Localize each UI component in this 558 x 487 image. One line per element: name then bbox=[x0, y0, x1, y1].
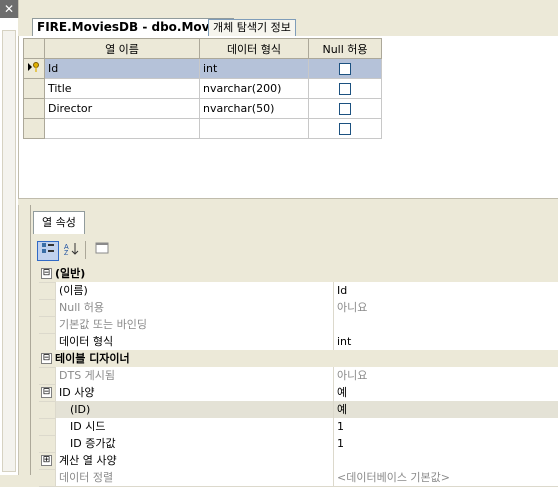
sort-az-icon[interactable]: AZ bbox=[61, 241, 83, 261]
property-row[interactable]: ID 시드 1 bbox=[39, 418, 558, 436]
property-category: ⊟ 테이블 디자이너 bbox=[39, 350, 558, 368]
property-row[interactable]: 데이터 정렬 <데이터베이스 기본값> bbox=[39, 469, 558, 487]
row-selector[interactable] bbox=[23, 78, 45, 99]
property-value[interactable]: Id bbox=[333, 282, 558, 299]
data-type-cell[interactable]: nvarchar(50) bbox=[199, 98, 309, 119]
table-designer-grid: 열 이름 데이터 형식 Null 허용 Id int Title nvarchar(2… bbox=[18, 36, 558, 198]
table-row[interactable] bbox=[23, 118, 382, 139]
property-pages-icon[interactable] bbox=[91, 241, 113, 261]
expand-icon[interactable]: ⊞ bbox=[41, 455, 52, 466]
allow-nulls-checkbox[interactable] bbox=[339, 83, 351, 95]
property-name: ID 사양 bbox=[55, 384, 333, 401]
column-name-cell[interactable] bbox=[44, 118, 200, 139]
property-value[interactable]: 예 bbox=[333, 384, 558, 401]
property-name: (이름) bbox=[55, 282, 333, 299]
row-selector[interactable] bbox=[23, 98, 45, 119]
property-value[interactable]: 아니요 bbox=[333, 299, 558, 316]
left-panel-strip: ✕ bbox=[0, 0, 19, 475]
property-name: 계산 열 사양 bbox=[55, 452, 333, 469]
columns-grid: 열 이름 데이터 형식 Null 허용 Id int Title nvarchar(2… bbox=[23, 38, 382, 139]
property-value[interactable]: int bbox=[333, 333, 558, 350]
row-selector[interactable] bbox=[23, 118, 45, 139]
property-row[interactable]: (ID) 예 bbox=[39, 401, 558, 419]
table-row[interactable]: Title nvarchar(200) bbox=[23, 78, 382, 99]
table-row[interactable]: Director nvarchar(50) bbox=[23, 98, 382, 119]
categorized-icon[interactable] bbox=[37, 241, 59, 261]
property-name: 데이터 형식 bbox=[55, 333, 333, 350]
property-row[interactable]: DTS 게시됨 아니요 bbox=[39, 367, 558, 385]
column-name-header: 열 이름 bbox=[44, 38, 200, 59]
column-name-cell[interactable]: Director bbox=[44, 98, 200, 119]
property-value[interactable]: 1 bbox=[333, 418, 558, 435]
collapse-icon[interactable]: ⊟ bbox=[41, 353, 52, 364]
property-value[interactable]: 예 bbox=[333, 401, 558, 418]
property-category: ⊟ (일반) bbox=[39, 265, 558, 283]
collapse-icon[interactable]: ⊟ bbox=[41, 387, 52, 398]
property-value[interactable]: 1 bbox=[333, 435, 558, 452]
property-name: (ID) bbox=[55, 401, 333, 418]
property-row[interactable]: 기본값 또는 바인딩 bbox=[39, 316, 558, 334]
data-type-cell[interactable] bbox=[199, 118, 309, 139]
property-value[interactable]: <데이터베이스 기본값> bbox=[333, 469, 558, 486]
panel-splitter[interactable] bbox=[18, 198, 558, 205]
data-type-cell[interactable]: nvarchar(200) bbox=[199, 78, 309, 99]
column-name-cell[interactable]: Title bbox=[44, 78, 200, 99]
property-name: ID 증가값 bbox=[55, 435, 333, 452]
allow-nulls-checkbox[interactable] bbox=[339, 103, 351, 115]
category-label: (일반) bbox=[55, 267, 86, 280]
property-value[interactable]: 아니요 bbox=[333, 367, 558, 384]
property-value[interactable] bbox=[333, 316, 558, 333]
property-name: Null 허용 bbox=[55, 299, 333, 316]
left-scrollbar[interactable] bbox=[2, 30, 16, 472]
allow-nulls-cell bbox=[308, 98, 382, 119]
data-type-cell[interactable]: int bbox=[199, 58, 309, 79]
tab-object-explorer-details[interactable]: 개체 탐색기 정보 bbox=[208, 19, 296, 36]
close-icon[interactable]: ✕ bbox=[0, 0, 18, 18]
collapse-icon[interactable]: ⊟ bbox=[41, 268, 52, 279]
primary-key-icon bbox=[28, 62, 39, 72]
table-row[interactable]: Id int bbox=[23, 58, 382, 79]
data-type-header: 데이터 형식 bbox=[199, 38, 309, 59]
property-row[interactable]: ID 증가값 1 bbox=[39, 435, 558, 453]
tab-movies-table[interactable]: FIRE.MoviesDB - dbo.Movies bbox=[32, 18, 234, 37]
property-name: ID 시드 bbox=[55, 418, 333, 435]
column-properties-panel: 열 속성 AZ ⊟ (일반) (이름) Id Null 허용 아니요 기본값 또는 바인딩 데… bbox=[30, 205, 558, 487]
svg-text:Z: Z bbox=[64, 250, 69, 256]
property-value[interactable] bbox=[333, 452, 558, 469]
column-name-cell[interactable]: Id bbox=[44, 58, 200, 79]
allow-nulls-header: Null 허용 bbox=[308, 38, 382, 59]
allow-nulls-cell bbox=[308, 118, 382, 139]
document-tab-bar: FIRE.MoviesDB - dbo.Movies 개체 탐색기 정보 bbox=[18, 18, 558, 37]
property-name: 데이터 정렬 bbox=[55, 469, 333, 486]
allow-nulls-cell bbox=[308, 58, 382, 79]
property-row[interactable]: ⊟ ID 사양 예 bbox=[39, 384, 558, 402]
toolbar-separator bbox=[85, 241, 86, 259]
property-row[interactable]: 데이터 형식 int bbox=[39, 333, 558, 351]
allow-nulls-checkbox[interactable] bbox=[339, 63, 351, 75]
row-selector[interactable] bbox=[23, 58, 45, 79]
property-name: DTS 게시됨 bbox=[55, 367, 333, 384]
row-selector-header bbox=[23, 38, 45, 59]
property-row[interactable]: (이름) Id bbox=[39, 282, 558, 300]
property-row[interactable]: ⊞ 계산 열 사양 bbox=[39, 452, 558, 470]
allow-nulls-cell bbox=[308, 78, 382, 99]
property-row[interactable]: Null 허용 아니요 bbox=[39, 299, 558, 317]
category-label: 테이블 디자이너 bbox=[55, 352, 130, 365]
allow-nulls-checkbox[interactable] bbox=[339, 123, 351, 135]
tab-column-properties[interactable]: 열 속성 bbox=[33, 211, 85, 234]
property-name: 기본값 또는 바인딩 bbox=[55, 316, 333, 333]
